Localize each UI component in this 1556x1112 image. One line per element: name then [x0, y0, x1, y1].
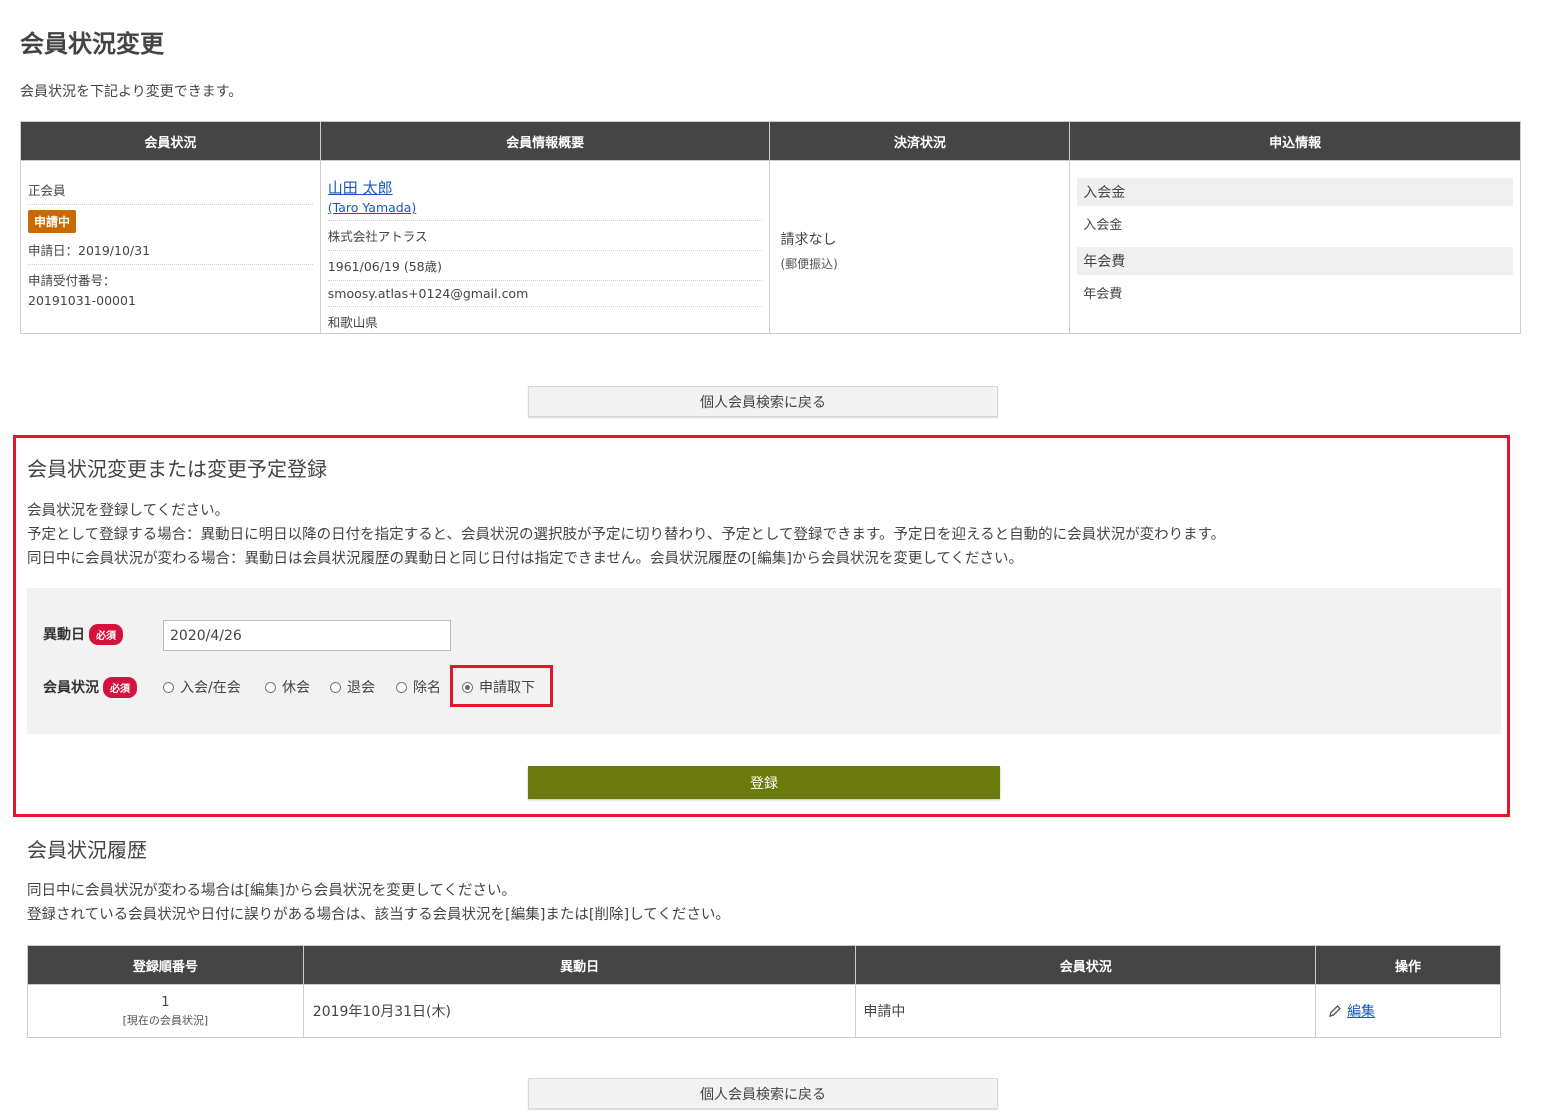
radio-button[interactable] — [163, 681, 174, 693]
status-field-label: 会員状況 必須 — [43, 677, 137, 698]
header-transfer-date: 異動日 — [302, 945, 857, 985]
radio-button[interactable] — [396, 681, 407, 693]
status-cell: 正会員 申請中 申請日：2019/10/31 申請受付番号： 20191031-… — [20, 160, 321, 334]
radio-label: 除名 — [413, 680, 441, 696]
instruction-line: 同日中に会員状況が変わる場合は[編集]から会員状況を変更してください。 — [27, 883, 516, 899]
date-label: 異動日 — [43, 627, 85, 643]
header-registration-no: 登録順番号 — [27, 945, 304, 985]
header-member-status: 会員状況 — [855, 945, 1317, 985]
edit-action[interactable]: 編集 — [1328, 1001, 1375, 1021]
radio-button-selected[interactable] — [462, 681, 473, 693]
header-member-status: 会員状況 — [20, 121, 321, 161]
register-button[interactable]: 登録 — [528, 766, 1000, 799]
history-section-title: 会員状況履歴 — [27, 838, 147, 862]
application-cell: 入会金 入会金 年会費 年会費 — [1069, 160, 1521, 334]
member-summary-table: 会員状況 会員情報概要 決済状況 申込情報 正会員 申請中 申請日：2019/1… — [20, 121, 1521, 334]
radio-label: 申請取下 — [479, 680, 535, 696]
radio-button[interactable] — [330, 681, 341, 693]
change-section-title: 会員状況変更または変更予定登録 — [27, 457, 327, 481]
required-badge: 必須 — [89, 624, 123, 645]
header-application-info: 申込情報 — [1069, 121, 1521, 161]
radio-label: 退会 — [347, 680, 375, 696]
member-name-link[interactable]: 山田 太郎 — [328, 179, 393, 197]
radio-cancel-application[interactable]: 申請取下 — [462, 677, 535, 697]
back-to-search-button-bottom[interactable]: 個人会員検索に戻る — [528, 1078, 998, 1109]
member-type: 正会員 — [28, 175, 313, 205]
transfer-date-input[interactable] — [163, 620, 451, 651]
payment-cell: 請求なし (郵便振込) — [769, 160, 1071, 334]
radio-suspend[interactable]: 休会 — [265, 677, 310, 697]
edit-link[interactable]: 編集 — [1347, 1001, 1375, 1021]
member-prefecture: 和歌山県 — [327, 315, 378, 330]
instruction-line: 登録されている会員状況や日付に誤りがある場合は、該当する会員状況を[編集]または… — [27, 907, 730, 923]
current-status-note: [現在の会員状況] — [122, 1013, 209, 1027]
date-field-label: 異動日 必須 — [43, 624, 123, 645]
change-section-instructions: 会員状況を登録してください。 予定として登録する場合：異動日に明日以降の日付を指… — [27, 499, 1225, 571]
member-company: 株式会社アトラス — [327, 221, 763, 251]
member-info-cell: 山田 太郎 (Taro Yamada) 株式会社アトラス 1961/06/19 … — [319, 160, 771, 334]
back-to-search-button[interactable]: 個人会員検索に戻る — [528, 386, 998, 417]
page-title: 会員状況変更 — [20, 30, 164, 58]
operation-cell: 編集 — [1315, 984, 1501, 1038]
history-header-row: 登録順番号 異動日 会員状況 操作 — [27, 945, 1501, 985]
required-badge: 必須 — [103, 677, 137, 698]
member-birthday: 1961/06/19 (58歳) — [327, 251, 763, 281]
application-label-annual-fee: 年会費 — [1077, 247, 1513, 275]
header-member-info: 会員情報概要 — [319, 121, 771, 161]
radio-expel[interactable]: 除名 — [396, 677, 441, 697]
instruction-line: 会員状況を登録してください。 — [27, 503, 230, 519]
application-value-annual-fee: 年会費 — [1083, 287, 1123, 302]
radio-join[interactable]: 入会/在会 — [163, 677, 241, 697]
apply-date: 申請日：2019/10/31 — [28, 238, 313, 265]
application-value-entry-fee: 入会金 — [1083, 218, 1123, 233]
radio-label: 休会 — [282, 680, 310, 696]
member-status-cell: 申請中 — [855, 984, 1317, 1038]
member-name-en-link[interactable]: (Taro Yamada) — [328, 200, 416, 215]
pencil-icon — [1329, 1004, 1341, 1017]
radio-button[interactable] — [265, 681, 276, 693]
summary-data-row: 正会員 申請中 申請日：2019/10/31 申請受付番号： 20191031-… — [20, 160, 1521, 334]
radio-label: 入会/在会 — [180, 680, 241, 696]
receipt-number: 20191031-00001 — [28, 293, 136, 308]
summary-header-row: 会員状況 会員情報概要 決済状況 申込情報 — [20, 121, 1521, 161]
status-badge: 申請中 — [28, 210, 77, 233]
header-operation: 操作 — [1315, 945, 1501, 985]
instruction-line: 予定として登録する場合：異動日に明日以降の日付を指定すると、会員状況の選択肢が予… — [27, 527, 1226, 543]
history-table: 登録順番号 異動日 会員状況 操作 1 [現在の会員状況] 2019年10月31… — [27, 945, 1501, 1038]
radio-withdraw[interactable]: 退会 — [330, 677, 375, 697]
table-row: 1 [現在の会員状況] 2019年10月31日(木) 申請中 編集 — [27, 984, 1501, 1038]
status-label: 会員状況 — [43, 680, 99, 696]
member-email: smoosy.atlas+0124@gmail.com — [327, 281, 763, 307]
page-description: 会員状況を下記より変更できます。 — [20, 84, 243, 100]
receipt-label: 申請受付番号： — [28, 273, 116, 288]
instruction-line: 同日中に会員状況が変わる場合：異動日は会員状況履歴の異動日と同じ日付は指定できま… — [27, 551, 1024, 567]
registration-no: 1 — [161, 994, 170, 1010]
change-form — [27, 588, 1501, 734]
application-label-entry-fee: 入会金 — [1077, 178, 1513, 206]
registration-no-cell: 1 [現在の会員状況] — [27, 984, 304, 1038]
transfer-date-cell: 2019年10月31日(木) — [302, 984, 857, 1038]
header-payment-status: 決済状況 — [769, 121, 1071, 161]
payment-method: (郵便振込) — [780, 257, 838, 271]
history-section-instructions: 同日中に会員状況が変わる場合は[編集]から会員状況を変更してください。 登録され… — [27, 879, 730, 927]
payment-status: 請求なし — [780, 232, 837, 248]
